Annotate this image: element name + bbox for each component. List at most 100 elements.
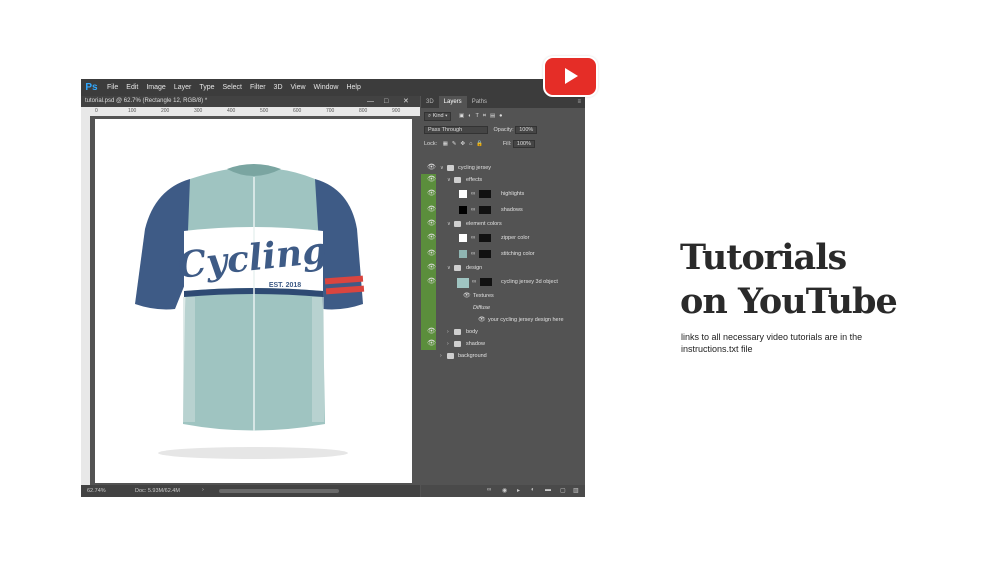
eye-icon[interactable]: 👁: [427, 202, 436, 218]
zoom-level[interactable]: 62.74%: [87, 488, 106, 494]
layer-design[interactable]: 👁 ∨ design: [421, 262, 577, 274]
layer-3d-object[interactable]: 👁 ∞ cycling jersey 3d object: [421, 274, 577, 290]
link-icon: ∞: [471, 235, 476, 241]
menu-file[interactable]: File: [103, 84, 122, 91]
eye-icon[interactable]: 👁: [427, 246, 436, 262]
fx-icon[interactable]: ◉: [502, 487, 507, 494]
canvas-area[interactable]: Cycling EST. 2018: [90, 116, 420, 485]
menu-view[interactable]: View: [287, 84, 310, 91]
chevron-right-icon[interactable]: ›: [447, 338, 449, 350]
visibility-highlight: [421, 314, 436, 326]
kind-filter[interactable]: ⌕ Kind ▾: [424, 112, 452, 121]
tab-layers[interactable]: Layers: [438, 96, 467, 108]
layer-thumbnail: [459, 206, 467, 214]
layer-textures[interactable]: 👁 Textures: [421, 290, 577, 302]
fill-input[interactable]: 100%: [512, 140, 535, 148]
trash-icon[interactable]: ▥: [573, 487, 579, 494]
visibility-highlight: [421, 290, 436, 302]
document-title: tutorial.psd @ 62.7% (Rectangle 12, RGB/…: [85, 98, 208, 104]
ruler-tick: 700: [326, 108, 335, 114]
layer-thumbnail: [459, 250, 467, 258]
layer-zipper-color[interactable]: 👁 ∞ zipper color: [421, 230, 577, 246]
chevron-right-icon[interactable]: ›: [440, 350, 442, 362]
opacity-input[interactable]: 100%: [515, 126, 538, 134]
lock-icons[interactable]: ▦✎✥⌂🔒: [443, 141, 488, 147]
play-icon: [565, 68, 578, 84]
layer-background[interactable]: › background: [421, 350, 577, 362]
layers-list: 👁 ∨ cycling jersey 👁 ∨ effects 👁 ∞ highl…: [421, 162, 577, 362]
eye-icon[interactable]: 👁: [463, 290, 471, 302]
menu-window[interactable]: Window: [310, 84, 343, 91]
folder-icon: [454, 177, 461, 183]
layer-element-colors[interactable]: 👁 ∨ element colors: [421, 218, 577, 230]
minimize-icon[interactable]: —: [367, 96, 374, 107]
layer-body[interactable]: 👁 › body: [421, 326, 577, 338]
document-canvas[interactable]: Cycling EST. 2018: [95, 119, 412, 483]
layer-effects[interactable]: 👁 ∨ effects: [421, 174, 577, 186]
horizontal-scrollbar[interactable]: [219, 489, 339, 493]
maximize-icon[interactable]: □: [384, 96, 388, 107]
layer-name: your cycling jersey design here: [488, 317, 564, 323]
new-group-icon[interactable]: ▬: [545, 487, 551, 493]
layer-shadow[interactable]: 👁 › shadow: [421, 338, 577, 350]
visibility-highlight: [421, 302, 436, 314]
eye-icon[interactable]: 👁: [427, 162, 436, 174]
new-layer-icon[interactable]: ▢: [560, 487, 566, 494]
chevron-right-icon[interactable]: ›: [447, 326, 449, 338]
side-panel: [312, 297, 324, 422]
tab-paths[interactable]: Paths: [467, 96, 492, 108]
fill-label: Fill:: [502, 141, 512, 147]
layer-name: Textures: [473, 293, 494, 299]
eye-icon[interactable]: 👁: [427, 338, 436, 350]
youtube-icon[interactable]: [543, 56, 598, 97]
menu-select[interactable]: Select: [219, 84, 246, 91]
document-tab[interactable]: tutorial.psd @ 62.7% (Rectangle 12, RGB/…: [81, 96, 420, 107]
promo-subtitle: links to all necessary video tutorials a…: [681, 332, 863, 354]
chevron-down-icon[interactable]: ∨: [447, 174, 451, 186]
chevron-right-icon[interactable]: ›: [202, 487, 204, 493]
menu-3d[interactable]: 3D: [270, 84, 287, 91]
status-bar: 62.74% Doc: 5.93M/62.4M ›: [81, 485, 420, 497]
filter-icons[interactable]: ▣◐T⌗▤●: [459, 113, 507, 119]
layer-diffuse[interactable]: Diffuse: [421, 302, 577, 314]
eye-icon[interactable]: 👁: [427, 186, 436, 202]
menu-edit[interactable]: Edit: [122, 84, 142, 91]
link-layers-icon[interactable]: ∞: [487, 487, 491, 493]
menu-bar: Ps File Edit Image Layer Type Select Fil…: [81, 79, 585, 96]
layer-cycling-jersey[interactable]: 👁 ∨ cycling jersey: [421, 162, 577, 174]
eye-icon[interactable]: 👁: [427, 274, 436, 290]
eye-icon[interactable]: 👁: [427, 262, 436, 274]
eye-icon[interactable]: 👁: [427, 326, 436, 338]
link-icon: ∞: [471, 191, 476, 197]
chevron-down-icon[interactable]: ∨: [447, 262, 451, 274]
menu-help[interactable]: Help: [342, 84, 364, 91]
chevron-down-icon[interactable]: ∨: [447, 218, 451, 230]
eye-icon[interactable]: 👁: [427, 218, 436, 230]
menu-type[interactable]: Type: [195, 84, 218, 91]
ruler-horizontal: 0 100 200 300 400 500 600 700 800 900: [90, 107, 420, 116]
layer-highlights[interactable]: 👁 ∞ highlights: [421, 186, 577, 202]
tab-3d[interactable]: 3D: [421, 96, 439, 108]
eye-icon[interactable]: 👁: [478, 314, 486, 326]
layer-design-placeholder[interactable]: 👁 your cycling jersey design here: [421, 314, 577, 326]
panel-menu-icon[interactable]: ≡: [577, 96, 585, 108]
menu-layer[interactable]: Layer: [170, 84, 196, 91]
blend-mode-select[interactable]: Pass Through: [424, 126, 488, 134]
layer-shadows[interactable]: 👁 ∞ shadows: [421, 202, 577, 218]
lock-label: Lock:: [424, 141, 438, 147]
folder-icon: [447, 165, 454, 171]
ruler-tick: 200: [161, 108, 170, 114]
menu-image[interactable]: Image: [142, 84, 169, 91]
layer-name: shadow: [466, 341, 485, 347]
layer-name: shadows: [501, 207, 523, 213]
folder-icon: [454, 329, 461, 335]
menu-filter[interactable]: Filter: [246, 84, 270, 91]
close-icon[interactable]: ✕: [403, 96, 409, 107]
layer-name: cycling jersey: [458, 165, 492, 171]
layer-stitching-color[interactable]: 👁 ∞ stitching color: [421, 246, 577, 262]
eye-icon[interactable]: 👁: [427, 174, 436, 186]
chevron-down-icon[interactable]: ∨: [440, 162, 444, 174]
eye-icon[interactable]: 👁: [427, 230, 436, 246]
mask-icon[interactable]: ▸: [517, 487, 520, 494]
adjustment-icon[interactable]: ◐: [531, 487, 535, 493]
